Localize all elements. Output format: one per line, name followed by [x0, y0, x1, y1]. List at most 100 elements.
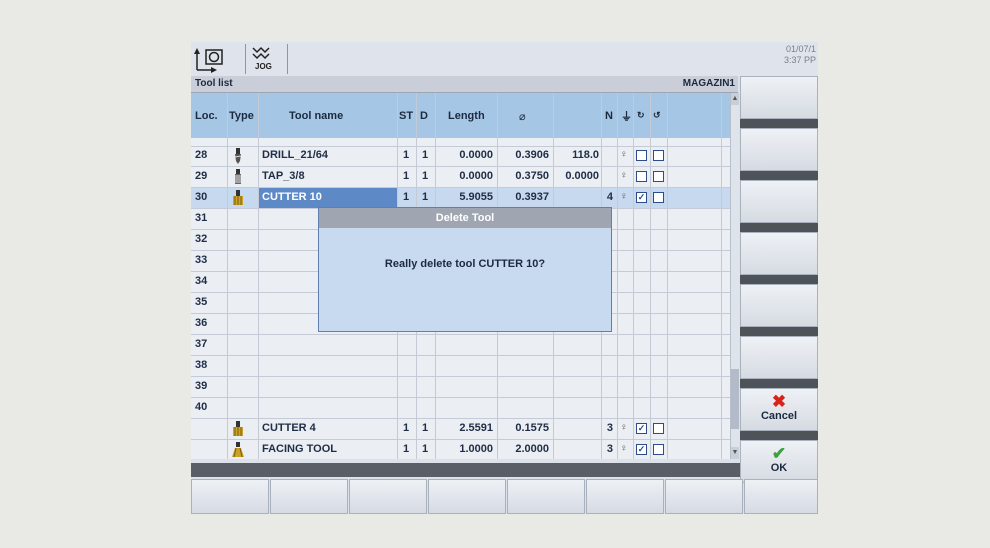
- row-tool-name[interactable]: CUTTER 10: [259, 188, 397, 208]
- facing-tool-icon: [231, 442, 245, 458]
- tap-icon: [231, 169, 245, 185]
- row-location: 39: [195, 380, 208, 392]
- row-length: 5.9055: [459, 191, 493, 203]
- row-location: 33: [195, 254, 208, 266]
- row-diameter: 2.0000: [515, 443, 549, 455]
- col-loc[interactable]: Loc.: [195, 110, 218, 122]
- row-d: 1: [422, 191, 429, 203]
- table-scrollbar[interactable]: ▲ ▼: [730, 93, 739, 459]
- jog-label: JOG: [255, 62, 272, 71]
- row-location: 40: [195, 401, 208, 413]
- page-title: Tool list: [195, 78, 233, 89]
- date-time: 01/07/1 3:37 PP: [784, 44, 816, 66]
- cancel-label: Cancel: [760, 410, 798, 422]
- softkey-h2[interactable]: [270, 479, 348, 514]
- softkey-v2[interactable]: [740, 128, 818, 171]
- row-angle: 0.0000: [565, 170, 599, 182]
- row-checkbox-1[interactable]: [636, 150, 647, 161]
- tool-status-icon: ♀: [620, 149, 628, 160]
- row-d: 1: [422, 443, 429, 455]
- row-diameter: 0.3937: [515, 191, 549, 203]
- col-type[interactable]: Type: [229, 110, 254, 122]
- row-length: 0.0000: [459, 170, 493, 182]
- softkey-h4[interactable]: [428, 479, 506, 514]
- col-diameter[interactable]: ⌀: [519, 110, 526, 123]
- status-strip: [191, 463, 740, 477]
- scroll-down-icon[interactable]: ▼: [731, 447, 739, 459]
- col-d[interactable]: D: [420, 110, 428, 122]
- scroll-thumb[interactable]: [731, 369, 739, 429]
- tool-status-icon: ♀: [620, 170, 628, 181]
- softkey-v3[interactable]: [740, 180, 818, 223]
- row-checkbox-1[interactable]: ✓: [636, 444, 647, 455]
- row-tool-name[interactable]: TAP_3/8: [259, 167, 397, 187]
- softkey-v6[interactable]: [740, 336, 818, 379]
- softkey-h5[interactable]: [507, 479, 585, 514]
- row-length: 0.0000: [459, 149, 493, 161]
- row-location: 28: [195, 149, 208, 161]
- row-length: 2.5591: [459, 422, 493, 434]
- row-checkbox-1[interactable]: ✓: [636, 192, 647, 203]
- row-checkbox-2[interactable]: [653, 171, 664, 182]
- scroll-up-icon[interactable]: ▲: [731, 93, 739, 105]
- row-location: 38: [195, 359, 208, 371]
- softkey-h3[interactable]: [349, 479, 427, 514]
- cancel-x-icon: ✖: [771, 392, 787, 411]
- row-tool-name[interactable]: CUTTER 4: [259, 419, 397, 439]
- softkey-h8[interactable]: [744, 479, 818, 514]
- ok-check-icon: ✔: [771, 444, 787, 463]
- row-location: 29: [195, 170, 208, 182]
- row-st: 1: [403, 191, 410, 203]
- row-tool-name[interactable]: DRILL_21/64: [259, 146, 397, 166]
- row-checkbox-2[interactable]: [653, 150, 664, 161]
- row-location: 30: [195, 191, 208, 203]
- row-st: 1: [403, 443, 410, 455]
- row-checkbox-2[interactable]: [653, 192, 664, 203]
- row-d: 1: [422, 149, 429, 161]
- row-angle: 118.0: [572, 149, 599, 161]
- softkey-v1[interactable]: [740, 76, 818, 119]
- ok-button[interactable]: ✔ OK: [740, 440, 818, 483]
- col-length[interactable]: Length: [448, 110, 485, 122]
- row-d: 1: [422, 422, 429, 434]
- date-text: 01/07/1: [785, 44, 816, 54]
- row-location: 34: [195, 275, 208, 287]
- softkey-v5[interactable]: [740, 284, 818, 327]
- spindle-ccw-icon[interactable]: ↺: [653, 110, 661, 121]
- col-st[interactable]: ST: [399, 110, 413, 122]
- machine-area-icon[interactable]: [191, 44, 246, 74]
- col-tool-name[interactable]: Tool name: [289, 110, 343, 122]
- cutter-icon: [231, 190, 245, 206]
- row-diameter: 0.3750: [515, 170, 549, 182]
- row-st: 1: [403, 170, 410, 182]
- col-n[interactable]: N: [605, 110, 613, 122]
- softkey-h7[interactable]: [665, 479, 743, 514]
- coolant-icon[interactable]: ⏚: [621, 108, 632, 124]
- softkey-h6[interactable]: [586, 479, 664, 514]
- row-checkbox-2[interactable]: [653, 444, 664, 455]
- tool-status-icon: ♀: [620, 422, 628, 433]
- row-st: 1: [403, 149, 410, 161]
- tool-status-icon: ♀: [620, 191, 628, 202]
- time-text: 3:37 PP: [783, 55, 816, 65]
- softkey-h1[interactable]: [191, 479, 269, 514]
- row-checkbox-1[interactable]: ✓: [636, 423, 647, 434]
- row-location: 31: [195, 212, 208, 224]
- row-length: 1.0000: [459, 443, 493, 455]
- row-d: 1: [422, 170, 429, 182]
- softkey-v4[interactable]: [740, 232, 818, 275]
- row-checkbox-2[interactable]: [653, 423, 664, 434]
- tool-list-title-bar: Tool list MAGAZIN1: [191, 76, 738, 93]
- row-diameter: 0.1575: [515, 422, 549, 434]
- spindle-cw-icon[interactable]: ↻: [637, 110, 645, 121]
- cutter-icon: [231, 421, 245, 437]
- row-diameter: 0.3906: [515, 149, 549, 161]
- cnc-screen: JOG 01/07/1 3:37 PP Tool list MAGAZIN1 L…: [191, 42, 818, 514]
- dialog-message: Really delete tool CUTTER 10?: [384, 258, 546, 270]
- ok-label: OK: [770, 462, 788, 474]
- jog-mode-icon[interactable]: JOG: [245, 44, 288, 74]
- cancel-button[interactable]: ✖ Cancel: [740, 388, 818, 431]
- row-tool-name[interactable]: FACING TOOL: [259, 440, 397, 459]
- row-checkbox-1[interactable]: [636, 171, 647, 182]
- header-bar: JOG 01/07/1 3:37 PP: [191, 42, 818, 76]
